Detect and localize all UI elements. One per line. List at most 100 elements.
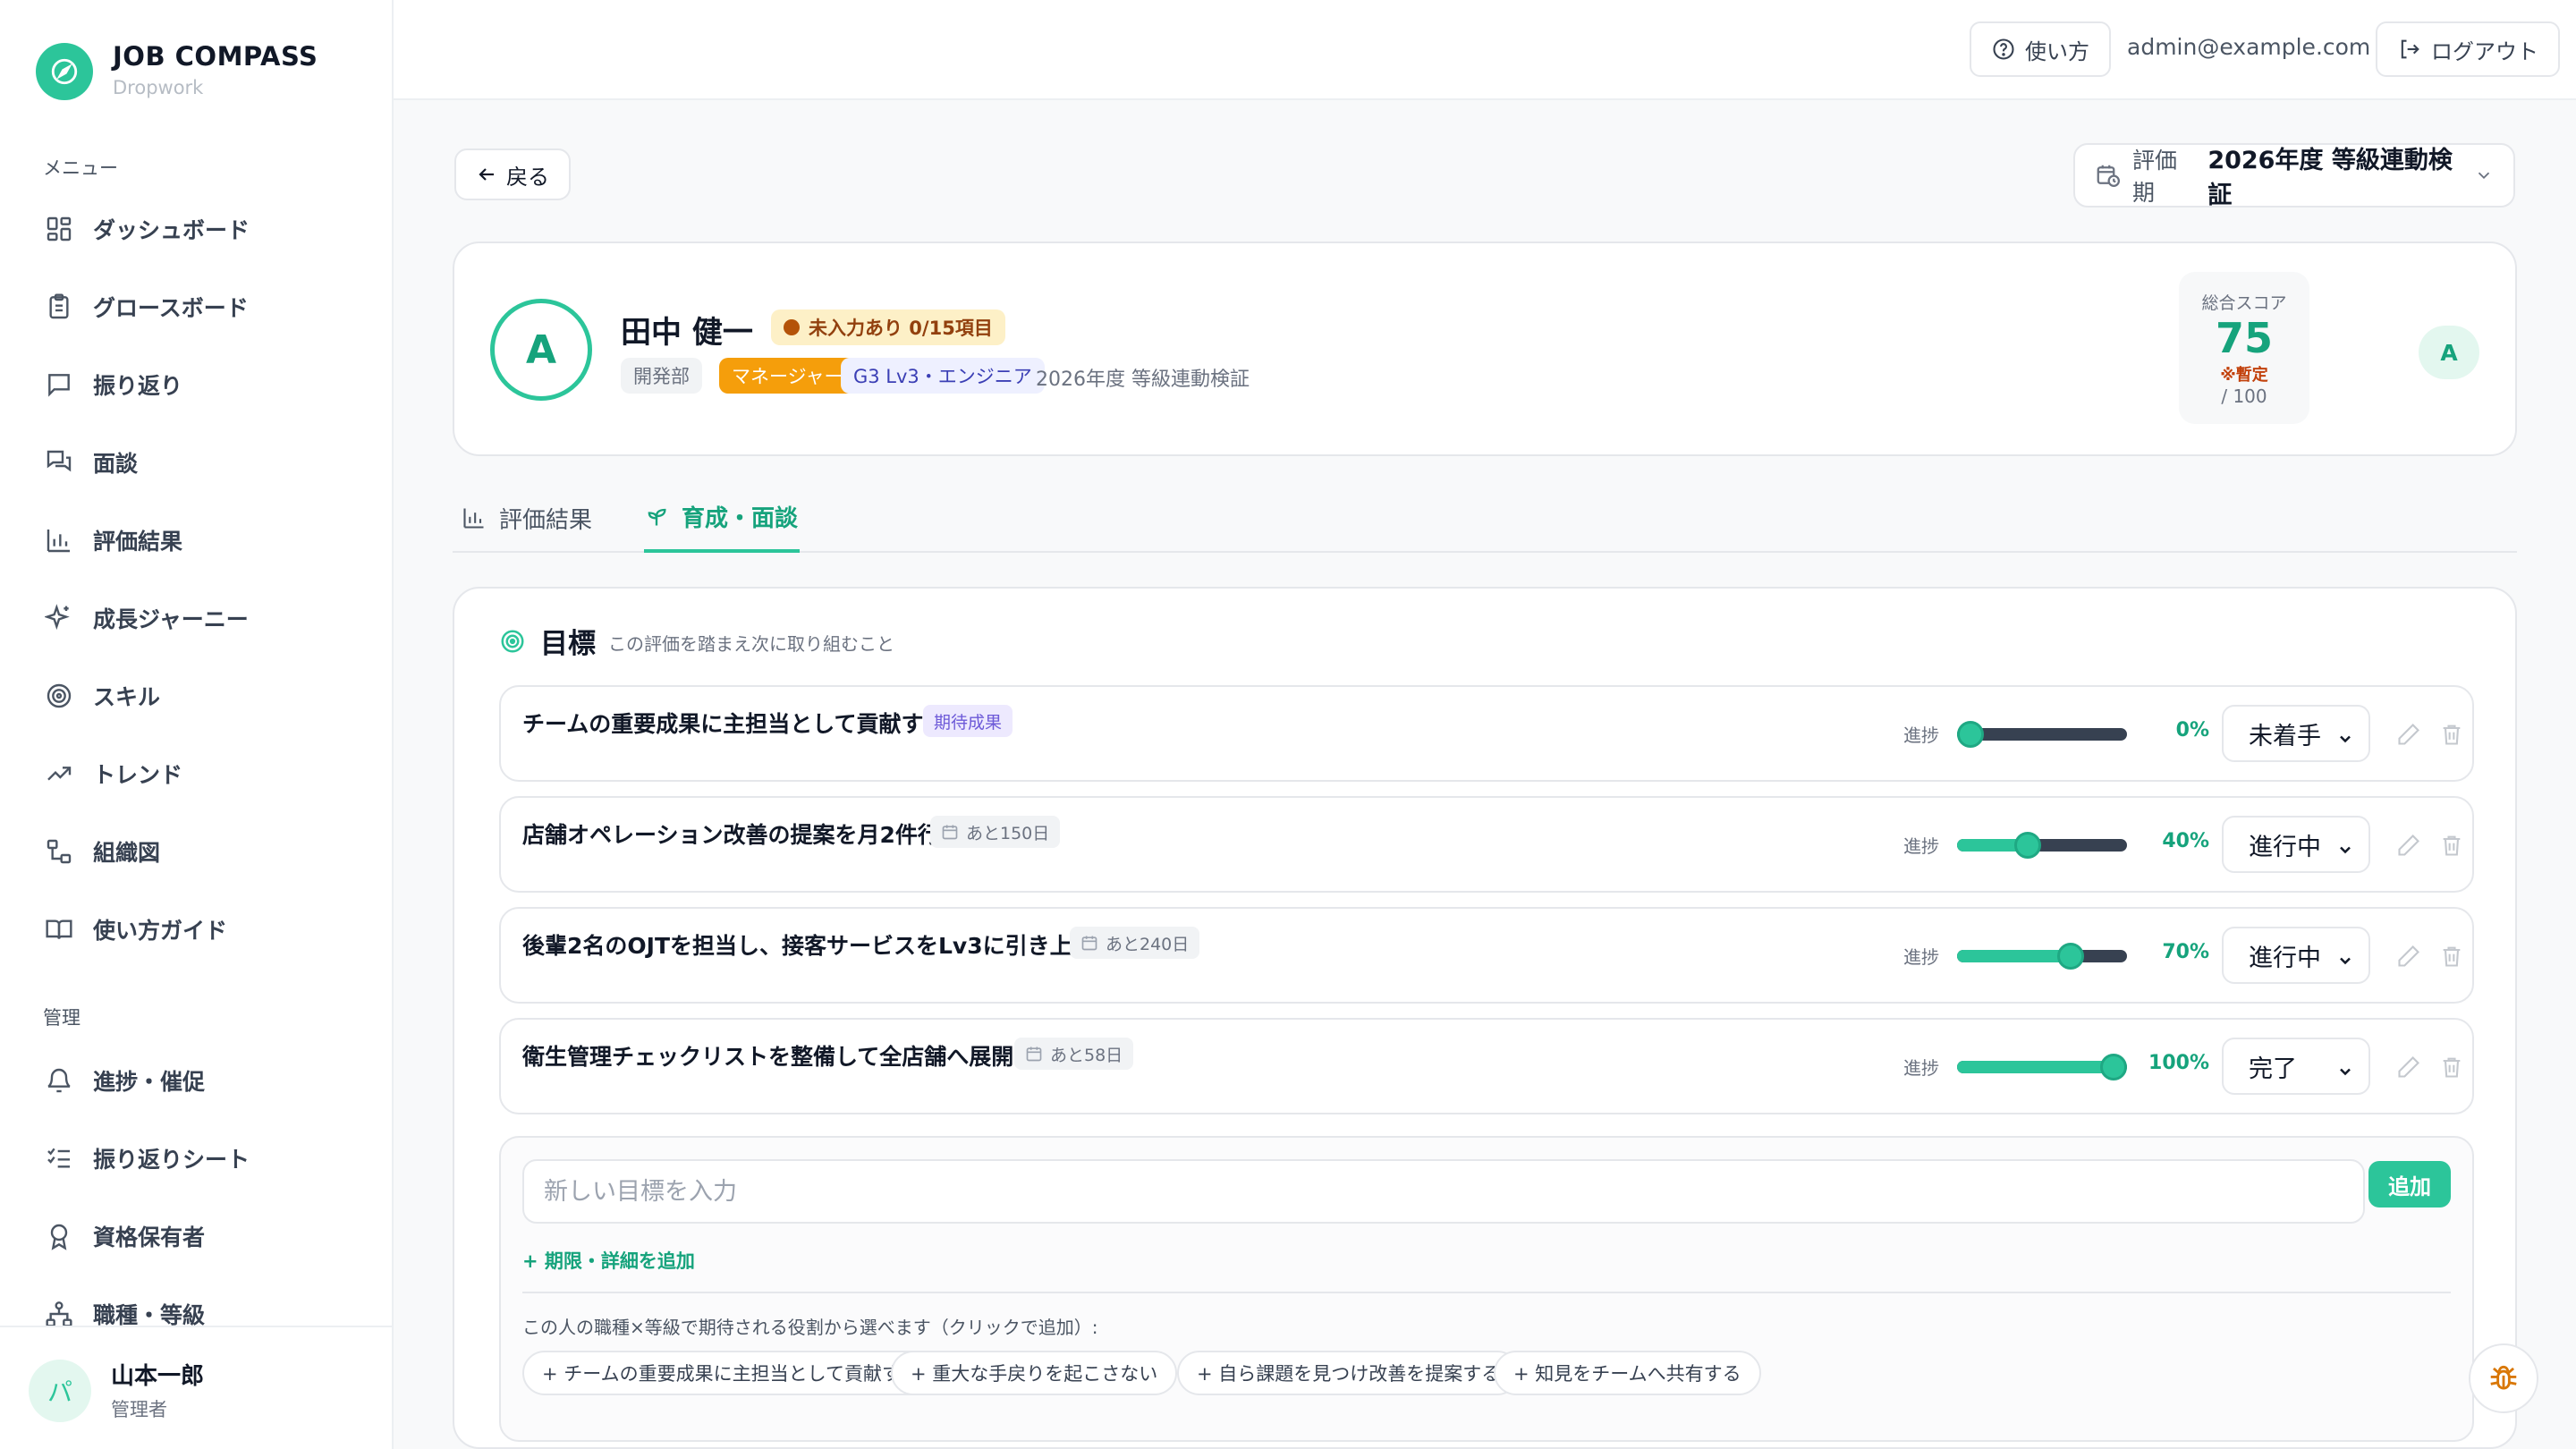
progress-value: 0% [2175, 719, 2209, 741]
sidebar-item-label: スキル [93, 684, 161, 710]
sidebar-item-dashboard[interactable]: ダッシュボード [41, 204, 363, 254]
sidebar-item-growth-journey[interactable]: 成長ジャーニー [41, 593, 363, 643]
sparkle-icon [41, 600, 77, 636]
suggestion-chip[interactable]: + 知見をチームへ共有する [1494, 1351, 1761, 1395]
chat-icon [41, 367, 77, 402]
user-role: 管理者 [111, 1399, 167, 1420]
target-icon [41, 678, 77, 714]
admin-section-label: 管理 [43, 1007, 80, 1029]
sidebar-item-guide[interactable]: 使い方ガイド [41, 904, 363, 954]
bar-chart-icon [41, 522, 77, 558]
new-goal-input[interactable] [522, 1159, 2365, 1224]
edit-pencil-icon[interactable] [2394, 941, 2424, 971]
top-bar: 使い方 admin@example.com ログアウト [394, 0, 2576, 100]
progress-label: 進捗 [1903, 835, 1939, 857]
sidebar-item-reflection-sheet[interactable]: 振り返りシート [41, 1133, 363, 1183]
deadline-label: あと240日 [1106, 934, 1190, 954]
trend-icon [41, 756, 77, 792]
status-select[interactable]: 進行中 [2222, 927, 2370, 984]
tab-label: 評価結果 [499, 506, 593, 534]
compass-icon [36, 43, 93, 100]
add-deadline-detail-link[interactable]: + 期限・詳細を追加 [522, 1247, 695, 1274]
menu-section-label: メニュー [43, 157, 118, 179]
sidebar-item-progress-reminder[interactable]: 進捗・催促 [41, 1055, 363, 1106]
goals-header: 目標 この評価を踏まえ次に取り組むこと [499, 621, 894, 661]
sidebar-item-trend[interactable]: トレンド [41, 749, 363, 799]
calendar-icon [1080, 934, 1098, 952]
trash-icon[interactable] [2436, 830, 2467, 860]
clipboard-icon [41, 289, 77, 325]
deadline-chip: あと58日 [1014, 1038, 1134, 1070]
progress-slider[interactable] [1957, 1054, 2127, 1080]
bug-report-button[interactable] [2469, 1343, 2538, 1413]
score-value: 75 [2215, 314, 2273, 362]
chevron-down-icon [2336, 726, 2354, 754]
target-icon [499, 628, 526, 655]
rank-badge: A [2419, 326, 2479, 379]
goal-title: チームの重要成果に主担当として貢献する [522, 711, 946, 737]
sidebar-item-label: 振り返りシート [93, 1147, 250, 1173]
sidebar-item-interview[interactable]: 面談 [41, 437, 363, 487]
user-profile[interactable]: パ 山本一郎 管理者 [0, 1326, 392, 1449]
progress-slider[interactable] [1957, 721, 2127, 748]
sidebar-item-results[interactable]: 評価結果 [41, 515, 363, 565]
brand-name: JOB COMPASS [113, 41, 318, 72]
goal-row: 店舗オペレーション改善の提案を月2件行う あと150日 進捗 40% 進行中 [499, 796, 2474, 893]
back-label: 戻る [506, 164, 549, 190]
add-goal-button[interactable]: 追加 [2368, 1161, 2451, 1208]
sidebar-item-label: グロースボード [93, 295, 249, 321]
tab-results[interactable]: 評価結果 [462, 483, 592, 553]
goal-row: 衛生管理チェックリストを整備して全店舗へ展開する あと58日 進捗 100% 完… [499, 1018, 2474, 1114]
logout-button[interactable]: ログアウト [2376, 21, 2560, 77]
chevron-down-icon [2474, 165, 2494, 185]
suggestion-chip[interactable]: + チームの重要成果に主担当として貢献する [522, 1351, 940, 1395]
tab-bar: 評価結果 育成・面談 [453, 483, 2517, 553]
sidebar-item-label: 使い方ガイド [93, 918, 228, 944]
divider [522, 1292, 2451, 1293]
edit-pencil-icon[interactable] [2394, 719, 2424, 750]
total-score-box: 総合スコア 75 ※暫定 / 100 [2179, 272, 2309, 424]
profile-period: 2026年度 等級連動検証 [1036, 369, 1250, 391]
trash-icon[interactable] [2436, 719, 2467, 750]
status-value: 完了 [2249, 1055, 2297, 1083]
sidebar-item-label: 成長ジャーニー [93, 606, 249, 632]
period-label: 評価期 [2132, 148, 2178, 206]
status-select[interactable]: 未着手 [2222, 705, 2370, 762]
period-select[interactable]: 評価期 2026年度 等級連動検証 [2073, 143, 2515, 209]
suggestion-chip[interactable]: + 自ら課題を見つけ改善を提案する [1177, 1351, 1521, 1395]
sidebar-item-label: ダッシュボード [93, 217, 250, 243]
trash-icon[interactable] [2436, 1052, 2467, 1082]
employee-profile-card: A 田中 健一 未入力あり 0/15項目 開発部 マネージャー G3 Lv3・エ… [453, 242, 2517, 456]
goals-title: 目標 [540, 628, 596, 660]
score-provisional-note: ※暫定 [2220, 366, 2268, 385]
progress-label: 進捗 [1903, 1057, 1939, 1079]
sidebar-item-reflection[interactable]: 振り返り [41, 360, 363, 410]
progress-slider[interactable] [1957, 943, 2127, 970]
sidebar-item-certified[interactable]: 資格保有者 [41, 1211, 363, 1261]
tab-development-interview[interactable]: 育成・面談 [644, 483, 801, 553]
progress-slider[interactable] [1957, 832, 2127, 859]
status-select[interactable]: 進行中 [2222, 816, 2370, 873]
goal-row: 後輩2名のOJTを担当し、接客サービスをLv3に引き上げる あと240日 進捗 … [499, 907, 2474, 1004]
trash-icon[interactable] [2436, 941, 2467, 971]
brand[interactable]: JOB COMPASS Dropwork [36, 39, 318, 102]
employee-name: 田中 健一 [621, 315, 753, 351]
progress-value: 40% [2162, 830, 2209, 852]
status-select[interactable]: 完了 [2222, 1038, 2370, 1095]
suggestion-chip[interactable]: + 重大な手戻りを起こさない [891, 1351, 1178, 1395]
add-goal-panel: 追加 + 期限・詳細を追加 この人の職種×等級で期待される役割から選べます（クリ… [499, 1136, 2474, 1442]
incomplete-badge: 未入力あり 0/15項目 [771, 309, 1005, 345]
sidebar-item-org-chart[interactable]: 組織図 [41, 826, 363, 877]
deadline-label: あと150日 [966, 823, 1050, 843]
sidebar-item-growth-board[interactable]: グロースボード [41, 282, 363, 332]
edit-pencil-icon[interactable] [2394, 830, 2424, 860]
score-label: 総合スコア [2201, 293, 2287, 313]
sidebar-item-skills[interactable]: スキル [41, 671, 363, 721]
help-button[interactable]: 使い方 [1970, 21, 2111, 77]
edit-pencil-icon[interactable] [2394, 1052, 2424, 1082]
goals-card: 目標 この評価を踏まえ次に取り組むこと チームの重要成果に主担当として貢献する … [453, 587, 2517, 1449]
back-button[interactable]: 戻る [454, 148, 571, 200]
warning-dot-icon [784, 319, 800, 335]
status-value: 未着手 [2249, 722, 2321, 750]
bar-chart-icon [462, 505, 487, 530]
